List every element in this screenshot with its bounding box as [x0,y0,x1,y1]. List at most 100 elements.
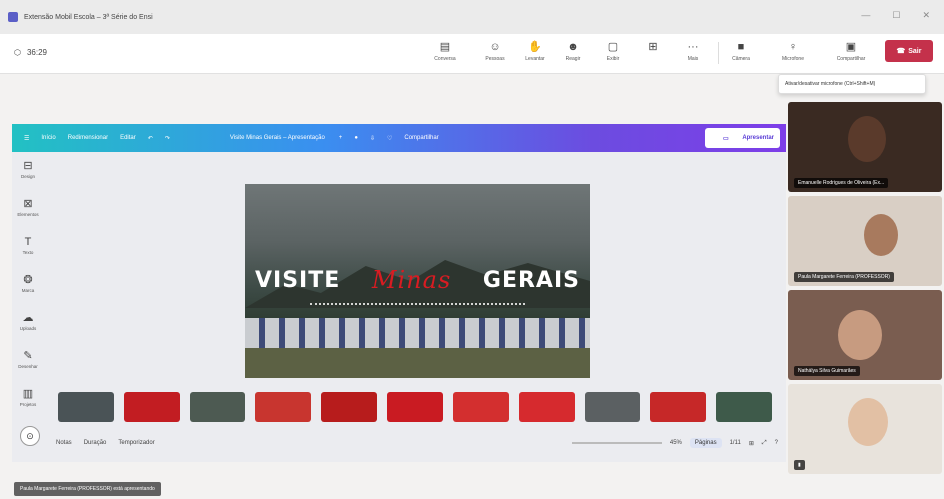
participant-tile[interactable]: Nathálya Silva Guimarães [788,290,942,380]
slide-thumbnail[interactable] [584,392,641,422]
participant-name: Paula Margarete Ferreira (PROFESSOR) [794,272,894,282]
timer-button[interactable]: Temporizador [118,440,154,446]
canva-nav-resize[interactable]: Redimensionar [68,135,108,141]
slide-thumbnail[interactable] [650,392,707,422]
canva-menu-icon[interactable]: ☰ [24,135,29,142]
more-icon: ··· [687,41,699,53]
slide-thumbnail[interactable] [452,392,509,422]
slide-thumbnail[interactable] [189,392,246,422]
mic-label: Microfone [782,56,804,62]
canva-topbar: ☰ Início Redimensionar Editar ↶ ↷ Visite… [12,124,786,152]
duration-button[interactable]: Duração [84,440,107,446]
sidebar-item-projects[interactable]: ▥ Projetos [12,386,44,424]
sidebar-item-brand[interactable]: ❂ Marca [12,272,44,310]
reactions-label: Reagir [565,56,581,62]
slide-building [245,318,590,348]
projects-icon: ▥ [22,388,34,400]
maximize-button[interactable]: ☐ [892,10,900,21]
canva-comment-icon[interactable]: ♡ [387,135,392,142]
draw-icon: ✎ [23,350,33,362]
view-label: Exibir [606,56,620,62]
participant-name: Nathálya Silva Guimarães [794,366,860,376]
close-button[interactable]: ✕ [922,10,930,21]
mic-tooltip: Ativar/desativar microfone (Ctrl+Shift+M… [778,74,926,94]
sidebar-label: Projetos [19,402,37,407]
fullscreen-icon[interactable]: ⤢ [762,440,767,447]
view-button[interactable]: ▢ Exibir [596,38,630,62]
slide-thumbnail[interactable] [58,392,114,422]
pages-button[interactable]: Páginas [689,438,722,448]
slide-word-visite: VISITE [255,267,341,293]
present-label: Apresentar [742,135,774,141]
view-icon: ▢ [607,41,619,53]
people-button[interactable]: ☺ Pessoas [478,38,512,62]
grid-view-icon[interactable]: ⊞ [749,440,754,447]
participant-tile[interactable]: ▮ [788,384,942,474]
redo-icon[interactable]: ↷ [165,135,170,142]
more-label: Mais [687,56,699,62]
sidebar-item-uploads[interactable]: ☁ Uploads [12,310,44,348]
sidebar-item-design[interactable]: ⊟ Design [12,158,44,196]
canva-footer: Notas Duração Temporizador 45% Páginas 1… [12,432,786,458]
canva-nav-edit[interactable]: Editar [120,135,136,141]
mic-button[interactable]: ♀ Microfone [776,38,810,62]
elements-icon: ⊠ [23,198,33,210]
slide-headline: VISITE Minas GERAIS [255,266,580,294]
zoom-slider[interactable] [571,442,662,444]
canva-chart-icon[interactable]: ⇩ [370,135,375,142]
presenting-status: Paula Margarete Ferreira (PROFESSOR) est… [14,482,161,496]
reactions-button[interactable]: ☻ Reagir [556,38,590,62]
meeting-timer: ⬡ 36:29 [14,48,47,57]
canva-present-button[interactable]: ▭ Apresentar [704,128,780,148]
camera-button[interactable]: ■ Câmera [724,38,758,62]
participant-face [848,116,886,162]
participant-face [864,214,898,256]
canva-nav-home[interactable]: Início [41,135,55,141]
sidebar-label: Design [20,174,35,179]
more-button[interactable]: ··· Mais [676,38,710,62]
undo-icon[interactable]: ↶ [148,135,153,142]
minimize-button[interactable]: — [861,10,870,21]
camera-label: Câmera [732,56,750,62]
share-button[interactable]: ▣ Compartilhar [834,38,868,62]
slide-thumbnail[interactable] [518,392,575,422]
chat-button[interactable]: ▤ Conversa [428,38,462,62]
uploads-icon: ☁ [22,312,34,324]
slide-thumbnail[interactable] [321,392,378,422]
share-icon: ▣ [845,41,857,53]
design-icon: ⊟ [23,160,33,172]
help-icon[interactable]: ? [775,440,778,446]
camera-icon: ■ [737,41,745,53]
page-count: 1/11 [729,440,741,446]
sidebar-label: Marca [21,288,35,293]
canva-add-icon[interactable]: + [339,135,343,141]
raise-hand-button[interactable]: ✋ Levantar [518,38,552,62]
chat-label: Conversa [434,56,456,62]
notes-button[interactable]: Notas [56,440,72,446]
window-title: Extensão Mobil Escola – 3ª Série do Ensi [24,13,153,21]
sidebar-item-elements[interactable]: ⊠ Elementos [12,196,44,234]
slide-canvas[interactable]: VISITE Minas GERAIS [245,184,590,378]
slide-thumbnail[interactable] [123,392,180,422]
canva-avatar[interactable]: ● [354,135,358,141]
toolbar-divider [718,42,719,64]
slide-thumbnail[interactable] [716,392,772,422]
sidebar-item-text[interactable]: T Texto [12,234,44,272]
window-titlebar: Extensão Mobil Escola – 3ª Série do Ensi… [0,0,944,34]
text-icon: T [24,236,32,248]
teams-logo-icon [8,12,18,22]
slide-thumbnail[interactable] [255,392,312,422]
sidebar-item-draw[interactable]: ✎ Desenhar [12,348,44,386]
sidebar-label: Texto [22,250,34,255]
canva-share-label[interactable]: Compartilhar [404,135,438,141]
canva-doc-title[interactable]: Visite Minas Gerais – Apresentação [230,135,325,141]
mic-icon: ♀ [788,41,798,53]
more-apps-button[interactable]: ⊞ [636,38,670,56]
reactions-icon: ☻ [567,41,579,53]
participant-face [838,310,882,360]
sidebar-label: Desenhar [18,364,38,369]
participant-tile[interactable]: Paula Margarete Ferreira (PROFESSOR) [788,196,942,286]
participant-tile[interactable]: Emanuelle Rodrigues de Oliveira (Ex... [788,102,942,192]
leave-button[interactable]: ☎ Sair [885,40,933,62]
slide-thumbnail[interactable] [387,392,443,422]
